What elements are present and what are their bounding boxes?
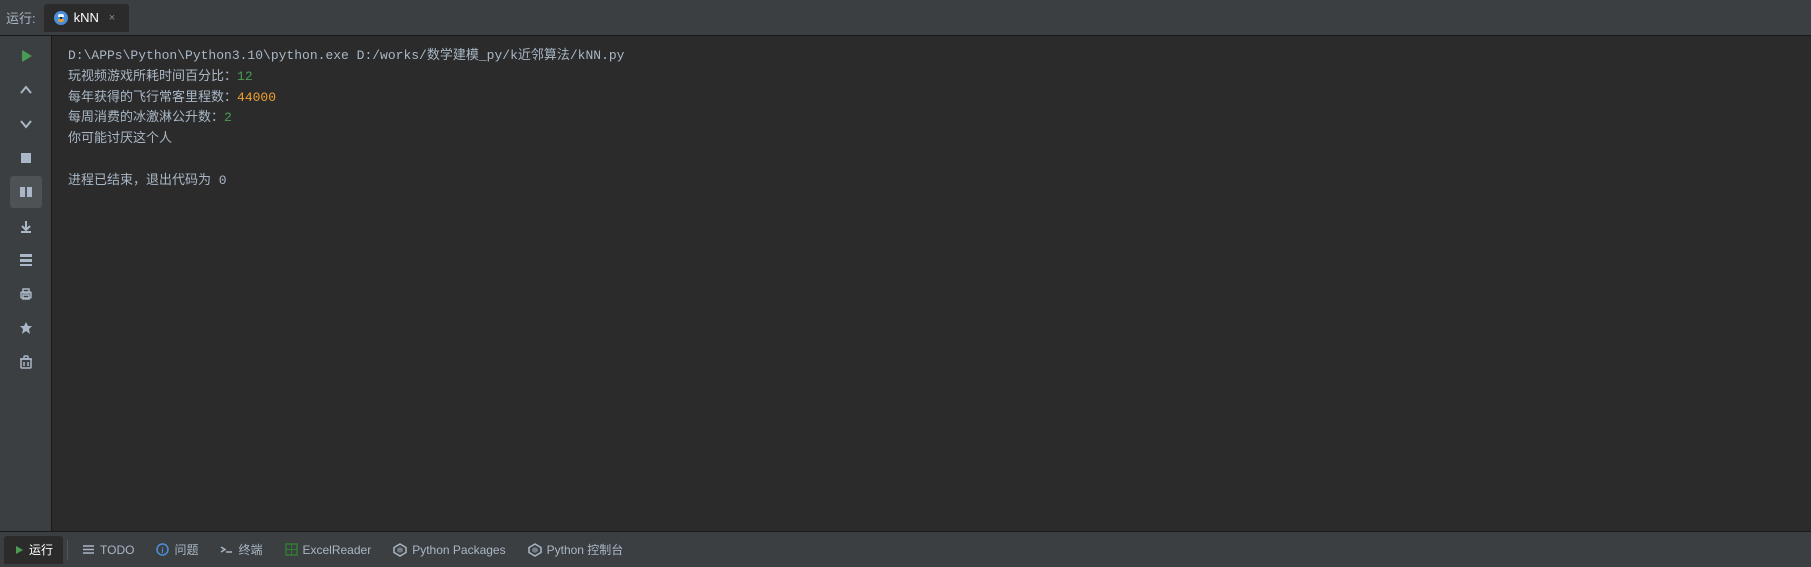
tab-bar: 运行: kNN × [0, 0, 1811, 36]
scroll-up-button[interactable] [10, 74, 42, 106]
separator-1 [67, 540, 68, 560]
issues-icon: i [156, 543, 169, 556]
output-prefix-3: 每周消费的冰激淋公升数： [68, 108, 224, 129]
command-text: D:\APPs\Python\Python3.10\python.exe D:/… [68, 46, 624, 67]
rerun-button[interactable] [10, 176, 42, 208]
knn-tab[interactable]: kNN × [44, 4, 129, 32]
run-label: 运行: [6, 8, 36, 27]
output-line-2: 每年获得的飞行常客里程数：44000 [68, 88, 1795, 109]
bottom-run-label: 运行 [29, 541, 53, 558]
python-tab-icon [54, 11, 68, 25]
output-value-1: 12 [237, 67, 253, 88]
output-line-1: 玩视频游戏所耗时间百分比：12 [68, 67, 1795, 88]
play-icon [14, 545, 24, 555]
output-value-3: 2 [224, 108, 232, 129]
output-text-4: 你可能讨厌这个人 [68, 129, 172, 150]
layout-button[interactable] [10, 244, 42, 276]
output-value-2: 44000 [237, 88, 276, 109]
download-button[interactable] [10, 210, 42, 242]
terminal-icon [220, 543, 233, 556]
bottom-tab-excel-label: ExcelReader [303, 543, 372, 557]
bottom-run-button[interactable]: 运行 [4, 536, 63, 564]
output-line-3: 每周消费的冰激淋公升数：2 [68, 108, 1795, 129]
bottom-tab-issues[interactable]: i 问题 [146, 536, 208, 564]
bottom-tab-issues-label: 问题 [174, 541, 198, 558]
bottom-tab-terminal[interactable]: 终端 [210, 536, 272, 564]
bottom-tab-python-console-label: Python 控制台 [547, 541, 624, 558]
bottom-bar: 运行 TODO i 问题 终端 [0, 531, 1811, 567]
python-packages-icon [393, 543, 407, 557]
print-button[interactable] [10, 278, 42, 310]
run-button[interactable] [10, 40, 42, 72]
python-console-icon [528, 543, 542, 557]
console-output: D:\APPs\Python\Python3.10\python.exe D:/… [52, 36, 1811, 531]
output-prefix-2: 每年获得的飞行常客里程数： [68, 88, 237, 109]
bottom-tab-python-packages-label: Python Packages [412, 543, 505, 557]
output-line-4: 你可能讨厌这个人 [68, 129, 1795, 150]
scroll-down-button[interactable] [10, 108, 42, 140]
bottom-tab-terminal-label: 终端 [238, 541, 262, 558]
bottom-tab-todo-label: TODO [100, 543, 134, 557]
tab-label: kNN [74, 10, 99, 25]
exit-line: 进程已结束，退出代码为 0 [68, 171, 1795, 192]
delete-button[interactable] [10, 346, 42, 378]
command-line: D:\APPs\Python\Python3.10\python.exe D:/… [68, 46, 1795, 67]
exit-text: 进程已结束，退出代码为 0 [68, 171, 227, 192]
bottom-tab-python-packages[interactable]: Python Packages [383, 536, 515, 564]
bottom-tab-excel[interactable]: ExcelReader [275, 536, 382, 564]
empty-line [68, 150, 1795, 171]
bottom-tab-todo[interactable]: TODO [72, 536, 144, 564]
stop-button[interactable] [10, 142, 42, 174]
pin-button[interactable] [10, 312, 42, 344]
excel-icon [285, 543, 298, 556]
main-area: D:\APPs\Python\Python3.10\python.exe D:/… [0, 36, 1811, 531]
bottom-tab-python-console[interactable]: Python 控制台 [518, 536, 634, 564]
left-toolbar [0, 36, 52, 531]
todo-icon [82, 543, 95, 556]
output-prefix-1: 玩视频游戏所耗时间百分比： [68, 67, 237, 88]
svg-text:i: i [162, 546, 164, 555]
tab-close-button[interactable]: × [105, 11, 119, 25]
